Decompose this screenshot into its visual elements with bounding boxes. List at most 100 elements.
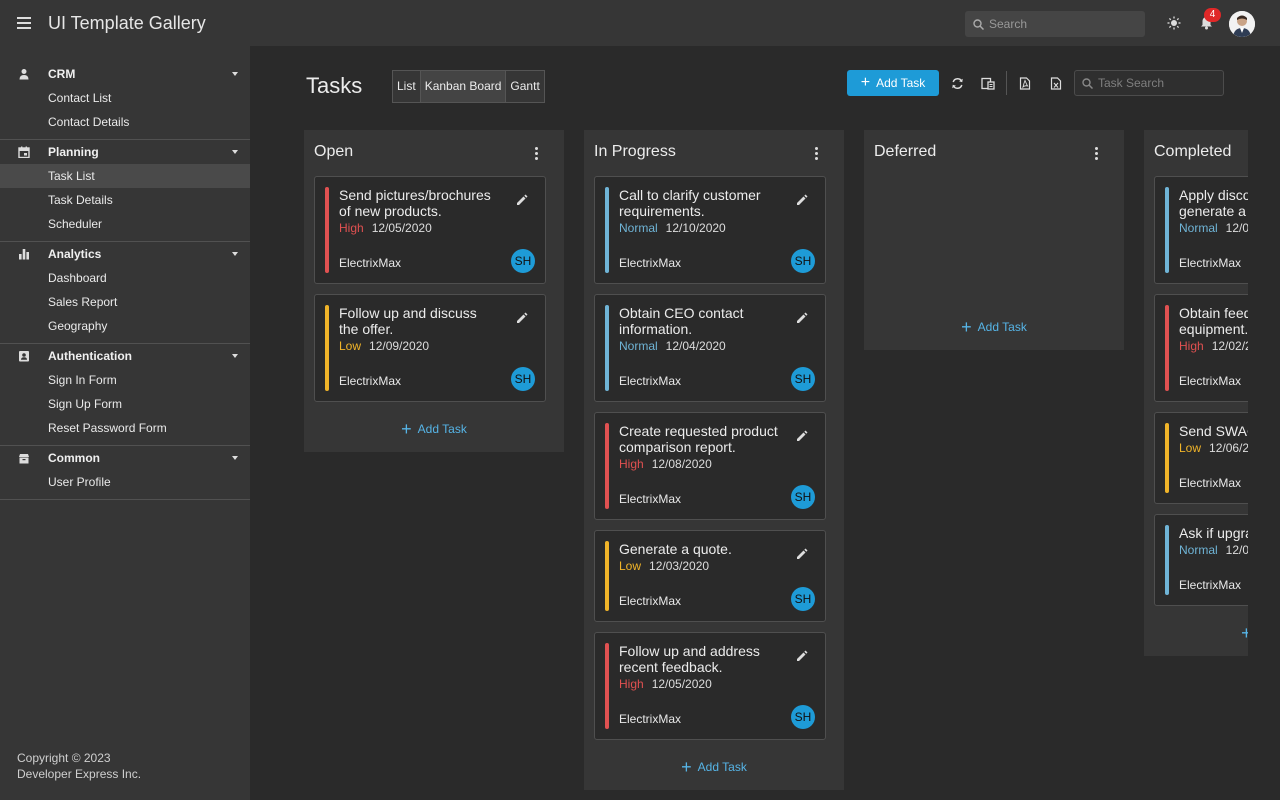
nav-group-header-analytics[interactable]: Analytics	[0, 242, 250, 266]
sidebar-item-sign-in-form[interactable]: Sign In Form	[0, 368, 250, 392]
toolbar-separator	[1006, 71, 1007, 95]
search-icon	[973, 18, 984, 30]
sun-icon[interactable]	[1163, 12, 1185, 34]
card-footer: ElectrixMaxSH	[1155, 353, 1248, 401]
task-title: Follow up and discuss the offer.	[339, 305, 477, 337]
sidebar-item-reset-password-form[interactable]: Reset Password Form	[0, 416, 250, 440]
page-title: Tasks	[306, 73, 363, 98]
sidebar-item-contact-details[interactable]: Contact Details	[0, 110, 250, 134]
task-meta: Low 12/09/2020	[339, 339, 545, 353]
chevron-down-icon	[232, 456, 238, 460]
task-search-box[interactable]	[1074, 70, 1224, 96]
task-meta: High 12/05/2020	[339, 221, 545, 235]
nav-group-analytics: Analytics Dashboard Sales Report Geograp…	[0, 242, 250, 344]
assignee-avatar[interactable]: SH	[511, 367, 535, 391]
task-card[interactable]: Send pictures/brochures of new products.…	[314, 176, 546, 284]
company-name: ElectrixMax	[339, 374, 402, 388]
card-footer: ElectrixMaxSH	[1155, 235, 1248, 283]
edit-pencil-icon[interactable]	[795, 311, 809, 325]
sidebar-item-contact-list[interactable]: Contact List	[0, 86, 250, 110]
sidebar-item-sign-up-form[interactable]: Sign Up Form	[0, 392, 250, 416]
tab-kanban-board[interactable]: Kanban Board	[420, 71, 507, 102]
user-avatar[interactable]	[1229, 11, 1255, 37]
plus-icon: +	[961, 317, 972, 337]
nav-group-label: Analytics	[48, 247, 102, 261]
edit-pencil-icon[interactable]	[795, 547, 809, 561]
nav-group-header-planning[interactable]: Planning	[0, 140, 250, 164]
nav-group-label: Authentication	[48, 349, 132, 363]
column-title: In Progress	[594, 143, 676, 160]
edit-pencil-icon[interactable]	[795, 193, 809, 207]
add-task-link-label: Add Task	[697, 760, 747, 774]
card-footer: ElectrixMaxSH	[1155, 455, 1248, 503]
copyright-line: Copyright © 2023	[17, 751, 111, 765]
nav-group-header-crm[interactable]: CRM	[0, 62, 250, 86]
task-card[interactable]: Generate a quote. Low 12/03/2020 ElectrixMa…	[594, 530, 826, 622]
sidebar-item-user-profile[interactable]: User Profile	[0, 470, 250, 494]
assignee-avatar[interactable]: SH	[791, 249, 815, 273]
column-header: Completed	[1144, 130, 1248, 174]
column-title: Completed	[1154, 143, 1232, 160]
task-title: Obtain CEO contact information.	[619, 305, 744, 337]
task-card[interactable]: Follow up and address recent feedback. Hi…	[594, 632, 826, 740]
company-name: ElectrixMax	[619, 712, 682, 726]
task-card[interactable]: Create requested product comparison repo…	[594, 412, 826, 520]
card-list	[864, 174, 1124, 310]
refresh-icon[interactable]	[946, 72, 968, 94]
global-search-box[interactable]	[965, 11, 1145, 37]
kanban-board: Open Send pictures/brochures of new produ…	[304, 130, 1248, 800]
due-date: 12/0	[1225, 221, 1248, 235]
task-card[interactable]: Call to clarify customer requirements. No…	[594, 176, 826, 284]
tab-gantt[interactable]: Gantt	[506, 71, 544, 102]
company-name: ElectrixMax	[1179, 374, 1242, 388]
export-pdf-icon[interactable]	[1014, 72, 1036, 94]
assignee-avatar[interactable]: SH	[511, 249, 535, 273]
card-footer: ElectrixMax SH	[595, 691, 825, 739]
add-task-link[interactable]: +Add Task	[1144, 616, 1248, 656]
add-task-button[interactable]: + Add Task	[847, 70, 939, 96]
task-card[interactable]: Follow up and discuss the offer. Low 12/09…	[314, 294, 546, 402]
task-card[interactable]: Apply discount and generate aNormal12/0E…	[1154, 176, 1248, 284]
column-header: In Progress	[584, 130, 844, 174]
edit-pencil-icon[interactable]	[515, 193, 529, 207]
more-vertical-icon[interactable]	[1088, 145, 1104, 161]
assignee-avatar[interactable]: SH	[791, 705, 815, 729]
global-search-input[interactable]	[989, 17, 1139, 31]
assignee-avatar[interactable]: SH	[791, 485, 815, 509]
task-card[interactable]: Obtain CEO contact information. Normal 12/…	[594, 294, 826, 402]
sidebar-item-task-list[interactable]: Task List	[0, 164, 250, 188]
nav-group-header-authentication[interactable]: Authentication	[0, 344, 250, 368]
menu-icon[interactable]	[0, 0, 48, 46]
tab-list[interactable]: List	[393, 71, 421, 102]
assignee-avatar[interactable]: SH	[791, 367, 815, 391]
edit-pencil-icon[interactable]	[795, 429, 809, 443]
sidebar-item-dashboard[interactable]: Dashboard	[0, 266, 250, 290]
sidebar-item-sales-report[interactable]: Sales Report	[0, 290, 250, 314]
assignee-avatar[interactable]: SH	[791, 587, 815, 611]
plus-icon: +	[681, 757, 692, 777]
add-task-link[interactable]: + Add Task	[584, 750, 844, 790]
sidebar-item-geography[interactable]: Geography	[0, 314, 250, 338]
task-search-input[interactable]	[1098, 76, 1218, 90]
more-vertical-icon[interactable]	[528, 145, 544, 161]
edit-pencil-icon[interactable]	[515, 311, 529, 325]
task-card[interactable]: Send SWAG to customer.Low12/06/2Electrix…	[1154, 412, 1248, 504]
export-excel-icon[interactable]	[1045, 72, 1067, 94]
task-card[interactable]: Obtain feedback on equipment. High 12/02/2…	[1154, 294, 1248, 402]
app-title: UI Template Gallery	[48, 12, 206, 33]
box-icon	[19, 454, 29, 464]
edit-pencil-icon[interactable]	[795, 649, 809, 663]
add-task-link[interactable]: +Add Task	[864, 310, 1124, 350]
kanban-column: In Progress Call to clarify customer requ…	[584, 130, 844, 790]
due-date: 12/10/2020	[665, 221, 726, 235]
kanban-column: Completed Apply discount and generate a No…	[1144, 130, 1248, 656]
column-chooser-icon[interactable]	[977, 72, 999, 94]
add-task-link[interactable]: +Add Task	[304, 412, 564, 452]
more-vertical-icon[interactable]	[808, 145, 824, 161]
nav-group-header-common[interactable]: Common	[0, 446, 250, 470]
task-card[interactable]: Ask if upgrade required.Normal12/0Electr…	[1154, 514, 1248, 606]
card-footer: ElectrixMaxSH	[595, 573, 825, 621]
sidebar: CRM Contact List Contact Details Plannin…	[0, 46, 250, 800]
sidebar-item-scheduler[interactable]: Scheduler	[0, 212, 250, 236]
sidebar-item-task-details[interactable]: Task Details	[0, 188, 250, 212]
